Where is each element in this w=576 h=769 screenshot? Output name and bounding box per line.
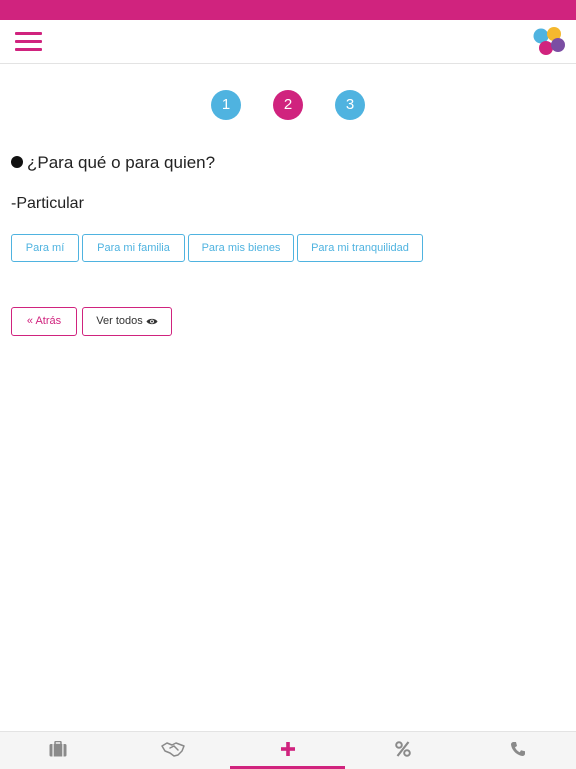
tab-plus[interactable] (230, 732, 345, 769)
phone-icon (510, 742, 525, 756)
tab-handshake[interactable] (115, 732, 230, 769)
option-para-mi-tranquilidad-button[interactable]: Para mi tranquilidad (297, 234, 423, 262)
option-para-mis-bienes-button[interactable]: Para mis bienes (188, 234, 294, 262)
step-3[interactable]: 3 (335, 90, 365, 120)
option-para-mi-button[interactable]: Para mí (11, 234, 79, 262)
option-para-mi-familia-button[interactable]: Para mi familia (82, 234, 185, 262)
step-2-current[interactable]: 2 (273, 90, 303, 120)
view-all-button[interactable]: Ver todos (82, 307, 172, 336)
eye-icon (146, 318, 158, 325)
status-bar (0, 0, 576, 20)
tab-phone[interactable] (460, 732, 575, 769)
step-indicator: 1 2 3 (0, 90, 576, 120)
view-all-label: Ver todos (96, 315, 143, 327)
top-app-bar (0, 20, 576, 64)
tab-briefcase[interactable] (0, 732, 115, 769)
bottom-navigation (0, 731, 576, 769)
tab-percent[interactable] (345, 732, 460, 769)
category-label: -Particular (11, 195, 84, 212)
bullet-icon (11, 156, 23, 168)
plus-icon (280, 742, 295, 756)
back-button[interactable]: « Atrás (11, 307, 77, 336)
question-heading: ¿Para qué o para quien? (11, 153, 215, 173)
percent-icon (394, 741, 411, 757)
brand-logo (533, 27, 565, 55)
step-1[interactable]: 1 (211, 90, 241, 120)
question-text: ¿Para qué o para quien? (27, 153, 216, 172)
briefcase-icon (49, 741, 66, 757)
handshake-icon (160, 742, 185, 757)
menu-icon[interactable] (15, 31, 42, 53)
